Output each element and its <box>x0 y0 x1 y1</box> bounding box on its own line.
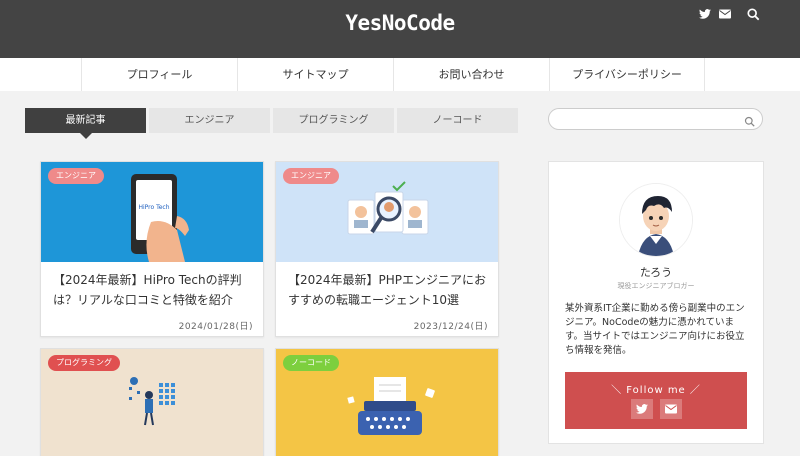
tab-engineer[interactable]: エンジニア <box>149 108 270 133</box>
site-header: YesNoCode <box>0 0 800 58</box>
category-badge: ノーコード <box>283 355 339 371</box>
tab-programming[interactable]: プログラミング <box>273 108 394 133</box>
article-date: 2024/01/28(日) <box>178 322 253 332</box>
follow-label: ＼ Follow me ／ <box>611 385 701 396</box>
category-tabs: 最新記事 エンジニア プログラミング ノーコード <box>25 108 518 139</box>
article-thumbnail[interactable]: プログラミング <box>41 349 263 456</box>
global-nav: プロフィール サイトマップ お問い合わせ プライバシーポリシー <box>0 58 800 91</box>
twitter-icon[interactable] <box>631 399 653 419</box>
mail-icon[interactable] <box>718 7 732 21</box>
profile-widget: たろう 現役エンジニアブロガー 某外資系IT企業に勤める傍ら副業中のエンジニア。… <box>548 161 764 444</box>
article-title[interactable]: 【2024年最新】HiPro Techの評判は？リアルな口コミと特徴を紹介 <box>53 270 258 310</box>
article-title[interactable]: 【2024年最新】PHPエンジニアにおすすめの転職エージェント10選 <box>288 270 493 310</box>
search-input[interactable] <box>559 111 739 132</box>
search-icon[interactable] <box>746 7 760 21</box>
search-icon[interactable] <box>744 113 756 127</box>
article-thumbnail[interactable]: エンジニア <box>276 162 498 262</box>
avatar <box>620 184 692 256</box>
nav-item-profile[interactable]: プロフィール <box>81 58 237 91</box>
article-card[interactable]: HiPro Tech エンジニア 【2024年最新】HiPro Techの評判は… <box>40 161 264 337</box>
category-badge: プログラミング <box>48 355 120 371</box>
tab-nocode[interactable]: ノーコード <box>397 108 518 133</box>
article-card[interactable]: エンジニア 【2024年最新】PHPエンジニアにおすすめの転職エージェント10選… <box>275 161 499 337</box>
category-badge: エンジニア <box>48 168 104 184</box>
nav-item-sitemap[interactable]: サイトマップ <box>237 58 393 91</box>
thumb-brand-text: HiPro Tech <box>138 204 169 211</box>
follow-me-box: ＼ Follow me ／ <box>565 372 747 429</box>
article-card[interactable]: ノーコード <box>275 348 499 456</box>
header-icons <box>698 7 760 21</box>
category-badge: エンジニア <box>283 168 339 184</box>
twitter-icon[interactable] <box>698 7 712 21</box>
article-thumbnail[interactable]: ノーコード <box>276 349 498 456</box>
site-logo[interactable]: YesNoCode <box>0 11 800 35</box>
profile-role: 現役エンジニアブロガー <box>617 282 695 290</box>
article-card[interactable]: プログラミング <box>40 348 264 456</box>
sidebar-search <box>548 108 763 132</box>
nav-item-privacy-policy[interactable]: プライバシーポリシー <box>549 58 705 91</box>
article-thumbnail[interactable]: HiPro Tech エンジニア <box>41 162 263 262</box>
mail-icon[interactable] <box>660 399 682 419</box>
nav-item-contact[interactable]: お問い合わせ <box>393 58 549 91</box>
tab-latest[interactable]: 最新記事 <box>25 108 146 139</box>
article-date: 2023/12/24(日) <box>413 322 488 332</box>
profile-description: 某外資系IT企業に勤める傍ら副業中のエンジニア。NoCodeの魅力に憑かれていま… <box>565 303 745 356</box>
profile-name: たろう <box>639 266 673 279</box>
